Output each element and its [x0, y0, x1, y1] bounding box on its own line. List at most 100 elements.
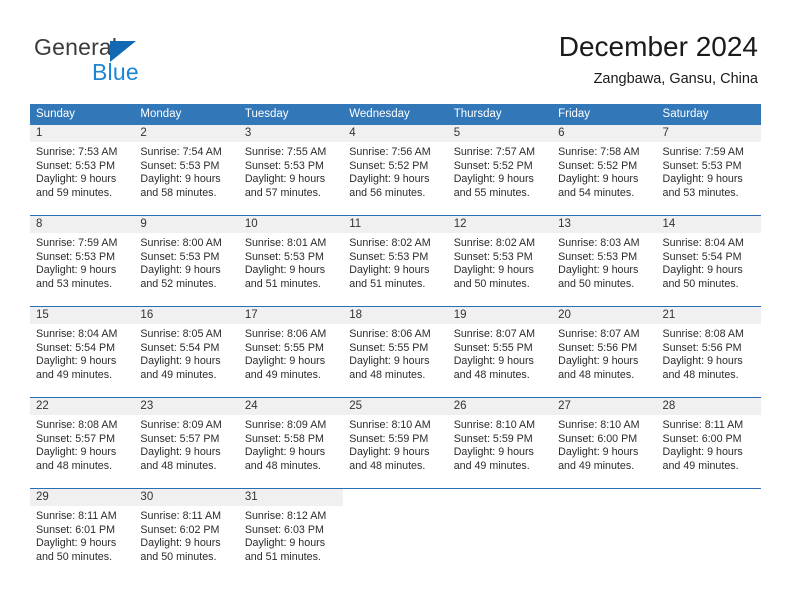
day-number-band [657, 489, 761, 506]
daylight-text-line1: Daylight: 9 hours [662, 264, 743, 277]
daylight-text-line1: Daylight: 9 hours [36, 355, 117, 368]
calendar-week-cells: 22 Sunrise: 8:08 AM Sunset: 5:57 PM Dayligh… [30, 398, 761, 488]
calendar-day-cell[interactable]: 27 Sunrise: 8:10 AM Sunset: 6:00 PM Dayligh… [552, 398, 657, 488]
daylight-text-line2: and 51 minutes. [244, 277, 321, 290]
calendar-day-cell[interactable]: 9 Sunrise: 8:00 AM Sunset: 5:53 PM Daylight… [134, 216, 239, 306]
daylight-text-line1: Daylight: 9 hours [140, 173, 221, 186]
calendar-day-cell[interactable]: 4 Sunrise: 7:56 AM Sunset: 5:52 PM Daylight… [343, 125, 448, 215]
calendar-day-cell[interactable]: 2 Sunrise: 7:54 AM Sunset: 5:53 PM Daylight… [134, 125, 239, 215]
day-number-band: 3 [238, 125, 344, 142]
sunrise-text: Sunrise: 8:04 AM [36, 328, 118, 340]
day-number-band: 1 [30, 125, 135, 142]
calendar-week-row: 15 Sunrise: 8:04 AM Sunset: 5:54 PM Dayligh… [30, 306, 761, 397]
daylight-text-line2: and 58 minutes. [140, 186, 217, 199]
calendar-day-cell[interactable]: 5 Sunrise: 7:57 AM Sunset: 5:52 PM Daylight… [447, 125, 553, 215]
sunset-text: Sunset: 5:56 PM [662, 341, 742, 354]
day-details: Sunrise: 7:58 AM Sunset: 5:52 PM Daylight:… [552, 142, 656, 200]
calendar-day-cell[interactable]: 17 Sunrise: 8:06 AM Sunset: 5:55 PM Dayligh… [238, 307, 344, 397]
day-number-band: 8 [30, 216, 135, 233]
daylight-text-line2: and 50 minutes. [558, 277, 635, 290]
day-number: 16 [140, 309, 154, 321]
calendar-week-cells: 29 Sunrise: 8:11 AM Sunset: 6:01 PM Dayligh… [30, 489, 761, 579]
calendar-day-cell[interactable]: 24 Sunrise: 8:09 AM Sunset: 5:58 PM Dayligh… [238, 398, 344, 488]
sunrise-text: Sunrise: 8:06 AM [349, 328, 431, 340]
calendar-day-cell[interactable]: 15 Sunrise: 8:04 AM Sunset: 5:54 PM Dayligh… [30, 307, 135, 397]
sunset-text: Sunset: 5:53 PM [140, 250, 220, 263]
calendar-day-cell[interactable]: 30 Sunrise: 8:11 AM Sunset: 6:02 PM Dayligh… [134, 489, 239, 579]
sunset-text: Sunset: 5:53 PM [558, 250, 638, 263]
daylight-text-line1: Daylight: 9 hours [349, 355, 430, 368]
day-number: 3 [244, 127, 252, 139]
calendar-day-cell[interactable]: 16 Sunrise: 8:05 AM Sunset: 5:54 PM Dayligh… [134, 307, 239, 397]
page-header: General Blue December 2024 Zangbawa, Gan… [0, 0, 792, 100]
daylight-text-line1: Daylight: 9 hours [140, 537, 221, 550]
day-details: Sunrise: 8:01 AM Sunset: 5:53 PM Daylight:… [239, 233, 343, 291]
day-number-band [552, 489, 656, 506]
daylight-text-line1: Daylight: 9 hours [558, 173, 639, 186]
day-number-band: 22 [30, 398, 135, 415]
day-number: 29 [36, 491, 49, 503]
calendar-day-cell[interactable]: 1 Sunrise: 7:53 AM Sunset: 5:53 PM Daylight… [30, 125, 135, 215]
day-number: 4 [349, 127, 356, 139]
sunset-text: Sunset: 6:01 PM [36, 523, 116, 536]
daylight-text-line1: Daylight: 9 hours [662, 173, 743, 186]
daylight-text-line2: and 53 minutes. [662, 186, 739, 199]
daylight-text-line2: and 49 minutes. [36, 368, 113, 381]
calendar-day-cell[interactable]: 29 Sunrise: 8:11 AM Sunset: 6:01 PM Dayligh… [30, 489, 135, 579]
day-number: 1 [36, 127, 43, 139]
calendar-day-cell[interactable]: 12 Sunrise: 8:02 AM Sunset: 5:53 PM Dayligh… [447, 216, 553, 306]
calendar-day-cell[interactable]: 8 Sunrise: 7:59 AM Sunset: 5:53 PM Daylight… [30, 216, 135, 306]
day-number: 15 [36, 309, 49, 321]
sunrise-text: Sunrise: 8:11 AM [36, 510, 117, 522]
day-details: Sunrise: 8:08 AM Sunset: 5:57 PM Daylight:… [30, 415, 134, 473]
calendar-day-cell[interactable]: 20 Sunrise: 8:07 AM Sunset: 5:56 PM Dayligh… [552, 307, 657, 397]
day-number: 8 [36, 218, 43, 230]
daylight-text-line1: Daylight: 9 hours [140, 264, 221, 277]
day-details: Sunrise: 8:07 AM Sunset: 5:56 PM Daylight:… [552, 324, 656, 382]
sunrise-text: Sunrise: 8:09 AM [244, 419, 327, 431]
sunrise-text: Sunrise: 7:59 AM [662, 146, 744, 158]
sunset-text: Sunset: 5:53 PM [244, 159, 324, 172]
day-details: Sunrise: 7:59 AM Sunset: 5:53 PM Daylight:… [657, 142, 761, 200]
day-number-band: 24 [238, 398, 344, 415]
calendar-day-cell[interactable]: 19 Sunrise: 8:07 AM Sunset: 5:55 PM Dayligh… [447, 307, 553, 397]
calendar-day-cell[interactable]: 18 Sunrise: 8:06 AM Sunset: 5:55 PM Dayligh… [343, 307, 448, 397]
day-number-band: 26 [447, 398, 553, 415]
daylight-text-line1: Daylight: 9 hours [662, 446, 743, 459]
calendar-day-cell[interactable]: 31 Sunrise: 8:12 AM Sunset: 6:03 PM Dayligh… [238, 489, 344, 579]
calendar-day-cell[interactable]: 13 Sunrise: 8:03 AM Sunset: 5:53 PM Dayligh… [552, 216, 657, 306]
daylight-text-line2: and 48 minutes. [453, 368, 530, 381]
sunset-text: Sunset: 5:53 PM [453, 250, 533, 263]
day-number: 28 [662, 400, 676, 412]
day-details: Sunrise: 7:55 AM Sunset: 5:53 PM Daylight:… [239, 142, 343, 200]
calendar-day-cell[interactable]: 25 Sunrise: 8:10 AM Sunset: 5:59 PM Dayligh… [343, 398, 448, 488]
day-number-band: 6 [552, 125, 657, 142]
weekday-header-sunday: Sunday [36, 108, 76, 120]
day-details: Sunrise: 8:09 AM Sunset: 5:58 PM Daylight:… [239, 415, 343, 473]
day-details: Sunrise: 8:07 AM Sunset: 5:55 PM Daylight:… [448, 324, 552, 382]
sunset-text: Sunset: 5:59 PM [453, 432, 533, 445]
day-details: Sunrise: 8:12 AM Sunset: 6:03 PM Daylight:… [239, 506, 343, 564]
calendar-day-cell[interactable]: 22 Sunrise: 8:08 AM Sunset: 5:57 PM Dayligh… [30, 398, 135, 488]
daylight-text-line2: and 48 minutes. [36, 459, 113, 472]
calendar-day-cell[interactable]: 6 Sunrise: 7:58 AM Sunset: 5:52 PM Daylight… [552, 125, 657, 215]
calendar-day-cell[interactable]: 11 Sunrise: 8:02 AM Sunset: 5:53 PM Dayligh… [343, 216, 448, 306]
daylight-text-line1: Daylight: 9 hours [453, 173, 534, 186]
calendar-day-cell[interactable]: 3 Sunrise: 7:55 AM Sunset: 5:53 PM Daylight… [238, 125, 344, 215]
calendar-day-cell[interactable]: 23 Sunrise: 8:09 AM Sunset: 5:57 PM Dayligh… [134, 398, 239, 488]
sunset-text: Sunset: 5:53 PM [36, 159, 116, 172]
daylight-text-line2: and 59 minutes. [36, 186, 113, 199]
sunrise-text: Sunrise: 8:03 AM [558, 237, 640, 249]
sunrise-text: Sunrise: 7:56 AM [349, 146, 431, 158]
calendar-day-cell[interactable]: 10 Sunrise: 8:01 AM Sunset: 5:53 PM Dayligh… [238, 216, 344, 306]
calendar-day-cell[interactable]: 21 Sunrise: 8:08 AM Sunset: 5:56 PM Dayligh… [656, 307, 761, 397]
calendar-day-cell[interactable]: 26 Sunrise: 8:10 AM Sunset: 5:59 PM Dayligh… [447, 398, 553, 488]
calendar-day-cell[interactable]: 7 Sunrise: 7:59 AM Sunset: 5:53 PM Daylight… [656, 125, 761, 215]
daylight-text-line2: and 49 minutes. [244, 368, 321, 381]
day-number: 6 [558, 127, 565, 139]
day-number: 20 [558, 309, 571, 321]
calendar-day-cell[interactable]: 28 Sunrise: 8:11 AM Sunset: 6:00 PM Dayligh… [656, 398, 761, 488]
sunset-text: Sunset: 5:56 PM [558, 341, 638, 354]
day-number-band: 19 [447, 307, 553, 324]
calendar-day-cell[interactable]: 14 Sunrise: 8:04 AM Sunset: 5:54 PM Dayligh… [656, 216, 761, 306]
